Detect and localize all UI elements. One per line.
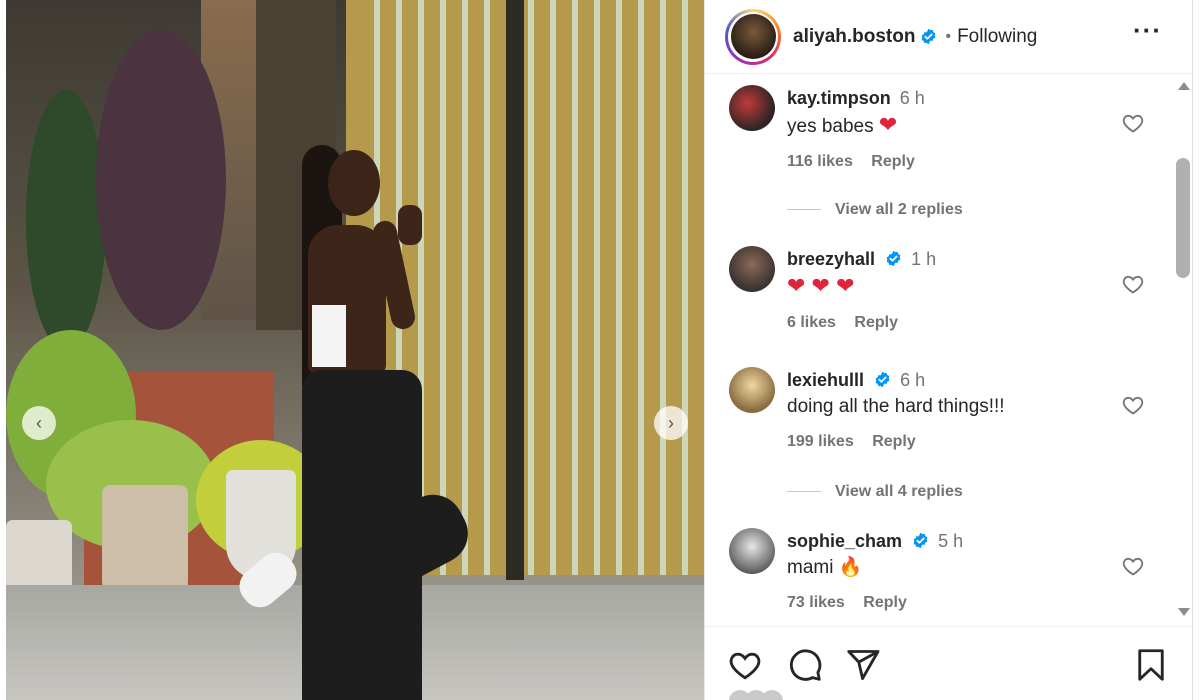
- bookmark-icon[interactable]: [1133, 647, 1169, 683]
- carousel-prev-button[interactable]: ‹: [22, 406, 56, 440]
- commenter-username[interactable]: kay.timpson: [787, 88, 891, 108]
- photo-tree: [26, 90, 106, 350]
- verified-badge-icon: [875, 371, 890, 388]
- comment-text: mami 🔥: [787, 557, 863, 578]
- comment-like-heart-icon[interactable]: [1121, 111, 1145, 135]
- scroll-down-arrow-icon[interactable]: [1178, 608, 1190, 616]
- replies-divider: [787, 491, 821, 493]
- verified-badge-icon: [913, 532, 928, 549]
- commenter-avatar[interactable]: [729, 528, 775, 574]
- commenter-avatar[interactable]: [729, 246, 775, 292]
- reply-button[interactable]: Reply: [872, 433, 916, 450]
- scroll-up-arrow-icon[interactable]: [1178, 82, 1190, 90]
- photo-door-frame: [506, 0, 524, 580]
- chevron-left-icon: ‹: [36, 412, 42, 433]
- post-header: aliyah.boston • Following ···: [705, 0, 1192, 74]
- comment-like-heart-icon[interactable]: [1121, 393, 1145, 417]
- photo-tree: [96, 30, 226, 330]
- commenter-username[interactable]: lexiehulll: [787, 370, 864, 390]
- comments-list: kay.timpson 6 h yes babes ❤ 116 likes Re…: [705, 75, 1175, 625]
- carousel-next-button[interactable]: ›: [654, 406, 688, 440]
- photo-person-head: [328, 150, 380, 216]
- red-heart-emoji: ❤: [878, 112, 898, 137]
- commenter-username[interactable]: sophie_cham: [787, 531, 902, 551]
- photo-person-top: [312, 305, 346, 367]
- comment-text: doing all the hard things!!!: [787, 396, 1005, 417]
- verified-badge-icon: [886, 250, 901, 267]
- post-actions-bar: [705, 626, 1192, 700]
- verified-badge-icon: [922, 28, 936, 45]
- author-avatar-image: [730, 14, 776, 59]
- comment-time[interactable]: 6 h: [900, 370, 925, 390]
- comment-time[interactable]: 6 h: [900, 88, 925, 108]
- author-username[interactable]: aliyah.boston: [793, 26, 915, 48]
- liker-avatar: [761, 690, 783, 700]
- post-side-panel: aliyah.boston • Following ··· kay.timpso…: [704, 0, 1193, 700]
- post-photo[interactable]: ‹ ›: [6, 0, 704, 700]
- author-avatar[interactable]: [725, 8, 781, 65]
- fire-emoji: 🔥: [838, 557, 863, 578]
- more-options-icon[interactable]: ···: [1133, 17, 1162, 43]
- chevron-right-icon: ›: [668, 412, 674, 433]
- photo-person-pants: [302, 370, 422, 700]
- comment-like-heart-icon[interactable]: [1121, 272, 1145, 296]
- comment-likes[interactable]: 73 likes: [787, 594, 845, 611]
- comment-time[interactable]: 5 h: [938, 531, 963, 551]
- heart-icon[interactable]: [727, 647, 763, 683]
- red-hearts-emoji: ❤ ❤ ❤: [787, 273, 855, 298]
- commenter-avatar[interactable]: [729, 85, 775, 131]
- comment-like-heart-icon[interactable]: [1121, 554, 1145, 578]
- comment-likes[interactable]: 6 likes: [787, 314, 836, 331]
- reply-button[interactable]: Reply: [863, 594, 907, 611]
- reply-button[interactable]: Reply: [854, 314, 898, 331]
- comment-time[interactable]: 1 h: [911, 249, 936, 269]
- following-button[interactable]: Following: [957, 26, 1037, 48]
- reply-button[interactable]: Reply: [871, 153, 915, 170]
- header-separator: •: [945, 27, 952, 45]
- view-replies-button[interactable]: View all 4 replies: [787, 483, 963, 501]
- comment-likes[interactable]: 199 likes: [787, 433, 854, 450]
- comment-text: ❤ ❤ ❤: [787, 272, 1117, 302]
- comment-likes[interactable]: 116 likes: [787, 153, 853, 170]
- comment-icon[interactable]: [787, 647, 823, 683]
- comments-scrollbar[interactable]: [1174, 80, 1192, 620]
- replies-divider: [787, 209, 821, 211]
- view-replies-button[interactable]: View all 2 replies: [787, 201, 963, 219]
- paper-plane-icon[interactable]: [845, 647, 881, 683]
- comment-text: yes babes ❤: [787, 112, 898, 137]
- photo-person-hand: [398, 205, 422, 245]
- scrollbar-thumb[interactable]: [1176, 158, 1190, 278]
- commenter-username[interactable]: breezyhall: [787, 249, 875, 269]
- liked-by-avatars: [729, 690, 809, 700]
- commenter-avatar[interactable]: [729, 367, 775, 413]
